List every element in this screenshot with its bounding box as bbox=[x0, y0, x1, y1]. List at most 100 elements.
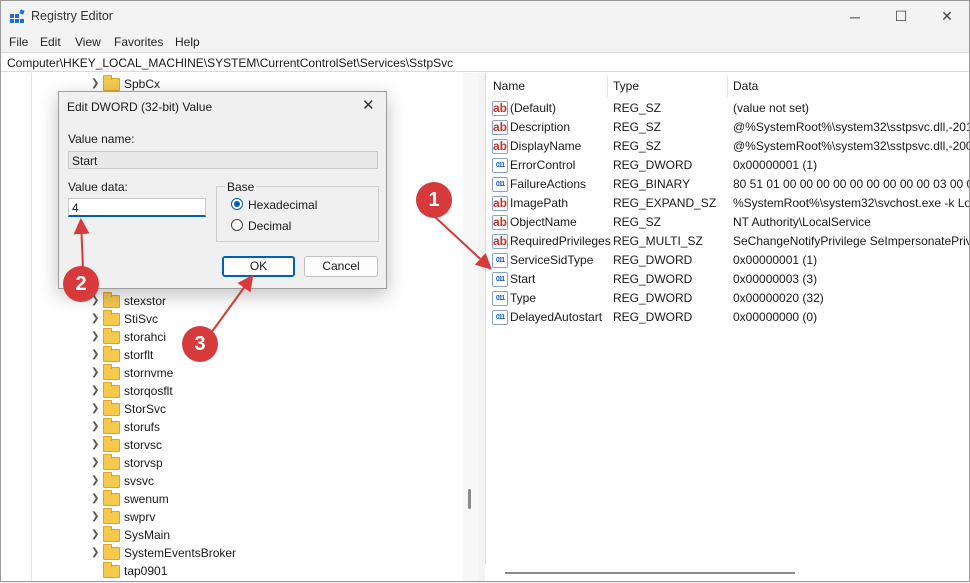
list-scroll-thumb[interactable] bbox=[505, 572, 795, 574]
menu-help[interactable]: Help bbox=[175, 35, 200, 49]
string-value-icon: ab bbox=[492, 120, 508, 135]
tree-item[interactable]: ❯ storqosflt bbox=[91, 382, 341, 400]
tree-item[interactable]: ❯ storvsc bbox=[91, 436, 341, 454]
tree-item[interactable]: ❯ stornvme bbox=[91, 364, 341, 382]
value-type: REG_SZ bbox=[613, 139, 662, 153]
chevron-right-icon[interactable]: ❯ bbox=[91, 493, 99, 504]
registry-editor-icon bbox=[10, 9, 25, 23]
tree-item[interactable]: ❯ svsvc bbox=[91, 472, 341, 490]
value-row[interactable]: 011 ServiceSidType REG_DWORD 0x00000001 (1) bbox=[486, 251, 969, 270]
value-row[interactable]: 011 Type REG_DWORD 0x00000020 (32) bbox=[486, 289, 969, 308]
annotation-badge-3: 3 bbox=[182, 326, 218, 362]
value-row[interactable]: ab DisplayName REG_SZ @%SystemRoot%\system3… bbox=[486, 137, 969, 156]
chevron-right-icon[interactable]: ❯ bbox=[91, 313, 99, 324]
value-data: @%SystemRoot%\system32\sstpsvc.dll,-200 bbox=[733, 139, 969, 153]
decimal-label[interactable]: Decimal bbox=[248, 219, 291, 233]
value-data: 0x00000001 (1) bbox=[733, 158, 818, 172]
cancel-button[interactable]: Cancel bbox=[304, 256, 378, 277]
dialog-close-button[interactable]: ✕ bbox=[362, 96, 375, 114]
column-header-data[interactable]: Data bbox=[733, 79, 758, 93]
annotation-badge-1: 1 bbox=[416, 182, 452, 218]
value-name: RequiredPrivileges bbox=[510, 234, 611, 248]
value-type: REG_DWORD bbox=[613, 253, 693, 267]
value-type: REG_DWORD bbox=[613, 272, 693, 286]
value-row[interactable]: ab ImagePath REG_EXPAND_SZ %SystemRoot%\sys… bbox=[486, 194, 969, 213]
base-group bbox=[216, 186, 379, 242]
value-row[interactable]: 011 FailureActions REG_BINARY 80 51 01 00 0… bbox=[486, 175, 969, 194]
decimal-radio[interactable] bbox=[231, 219, 243, 231]
value-name-field: Start bbox=[68, 151, 378, 169]
chevron-right-icon[interactable]: ❯ bbox=[91, 367, 99, 378]
menu-file[interactable]: File bbox=[9, 35, 28, 49]
hexadecimal-radio[interactable] bbox=[231, 198, 243, 210]
ok-button[interactable]: OK bbox=[222, 256, 295, 277]
value-row[interactable]: 011 DelayedAutostart REG_DWORD 0x00000000 (… bbox=[486, 308, 969, 327]
value-name-label: Value name: bbox=[68, 132, 135, 146]
value-row[interactable]: 011 Start REG_DWORD 0x00000003 (3) bbox=[486, 270, 969, 289]
chevron-right-icon[interactable]: ❯ bbox=[91, 475, 99, 486]
column-divider[interactable] bbox=[727, 75, 728, 97]
value-row[interactable]: ab (Default) REG_SZ (value not set) bbox=[486, 99, 969, 118]
chevron-right-icon[interactable]: ❯ bbox=[91, 529, 99, 540]
chevron-right-icon[interactable]: ❯ bbox=[91, 511, 99, 522]
value-name: Start bbox=[510, 272, 536, 286]
minimize-button[interactable]: ─ bbox=[832, 1, 878, 32]
tree-item[interactable]: tap0901 bbox=[91, 562, 341, 580]
chevron-right-icon[interactable]: ❯ bbox=[91, 547, 99, 558]
column-divider[interactable] bbox=[607, 75, 608, 97]
tree-item[interactable]: ❯ StiSvc bbox=[91, 310, 341, 328]
minimize-icon: ─ bbox=[850, 8, 860, 25]
value-name: Type bbox=[510, 291, 537, 305]
title-bar: Registry Editor ─ ☐ ✕ bbox=[1, 1, 969, 32]
value-data: 0x00000000 (0) bbox=[733, 310, 818, 324]
chevron-right-icon[interactable]: ❯ bbox=[91, 457, 99, 468]
value-data-input[interactable]: 4 bbox=[68, 198, 206, 217]
chevron-right-icon[interactable]: ❯ bbox=[91, 403, 99, 414]
value-data: (value not set) bbox=[733, 101, 810, 115]
folder-icon bbox=[103, 508, 120, 524]
menu-view[interactable]: View bbox=[75, 35, 101, 49]
tree-item[interactable]: ❯ storufs bbox=[91, 418, 341, 436]
value-row[interactable]: ab RequiredPrivileges REG_MULTI_SZ SeChange… bbox=[486, 232, 969, 251]
column-header-type[interactable]: Type bbox=[613, 79, 639, 93]
tree-item[interactable]: ❯ stexstor bbox=[91, 292, 341, 310]
tree-guide-line bbox=[31, 73, 32, 581]
address-bar[interactable]: Computer\HKEY_LOCAL_MACHINE\SYSTEM\Curre… bbox=[1, 52, 969, 72]
folder-icon bbox=[103, 382, 120, 398]
menu-favorites[interactable]: Favorites bbox=[114, 35, 163, 49]
column-header-name[interactable]: Name bbox=[493, 79, 525, 93]
menu-bar: File Edit View Favorites Help bbox=[1, 32, 969, 52]
hexadecimal-label[interactable]: Hexadecimal bbox=[248, 198, 317, 212]
folder-icon bbox=[103, 562, 120, 578]
tree-item[interactable]: ❯ SystemEventsBroker bbox=[91, 544, 341, 562]
chevron-right-icon[interactable]: ❯ bbox=[91, 78, 99, 89]
close-button[interactable]: ✕ bbox=[924, 1, 970, 32]
folder-icon bbox=[103, 310, 120, 326]
maximize-button[interactable]: ☐ bbox=[878, 1, 924, 32]
chevron-right-icon[interactable]: ❯ bbox=[91, 439, 99, 450]
value-type: REG_DWORD bbox=[613, 291, 693, 305]
menu-edit[interactable]: Edit bbox=[40, 35, 61, 49]
chevron-right-icon[interactable]: ❯ bbox=[91, 349, 99, 360]
tree-item[interactable]: ❯ StorSvc bbox=[91, 400, 341, 418]
list-horizontal-scrollbar[interactable] bbox=[485, 564, 969, 581]
tree-item[interactable]: ❯ swprv bbox=[91, 508, 341, 526]
window-title: Registry Editor bbox=[31, 9, 113, 23]
tree-vertical-scrollbar[interactable] bbox=[463, 73, 479, 581]
value-data: @%SystemRoot%\system32\sstpsvc.dll,-201 bbox=[733, 120, 969, 134]
value-row[interactable]: 011 ErrorControl REG_DWORD 0x00000001 (1) bbox=[486, 156, 969, 175]
value-data: 0x00000001 (1) bbox=[733, 253, 818, 267]
value-row[interactable]: ab ObjectName REG_SZ NT Authority\LocalServ… bbox=[486, 213, 969, 232]
string-value-icon: ab bbox=[492, 196, 508, 211]
value-row[interactable]: ab Description REG_SZ @%SystemRoot%\system3… bbox=[486, 118, 969, 137]
tree-item[interactable]: ❯ swenum bbox=[91, 490, 341, 508]
chevron-right-icon[interactable]: ❯ bbox=[91, 385, 99, 396]
tree-scroll-thumb[interactable] bbox=[468, 489, 471, 509]
chevron-right-icon[interactable]: ❯ bbox=[91, 421, 99, 432]
value-type: REG_SZ bbox=[613, 101, 662, 115]
tree-item[interactable]: ❯ SysMain bbox=[91, 526, 341, 544]
maximize-icon: ☐ bbox=[894, 8, 908, 24]
tree-item[interactable]: ❯ storvsp bbox=[91, 454, 341, 472]
chevron-right-icon[interactable]: ❯ bbox=[91, 331, 99, 342]
value-data: 0x00000020 (32) bbox=[733, 291, 824, 305]
